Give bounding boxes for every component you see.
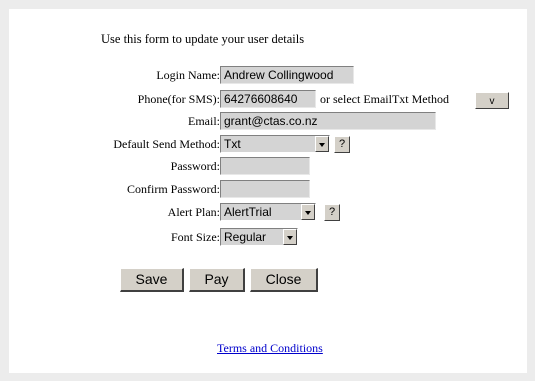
alert-plan-select[interactable]: AlertTrial [220,203,316,221]
send-method-selected-value: Txt [224,137,241,151]
alert-plan-label: Alert Plan: [167,205,220,219]
alert-plan-help-button[interactable]: ? [324,204,340,221]
chevron-down-icon[interactable] [301,204,315,220]
email-field[interactable]: grant@ctas.co.nz [220,112,436,130]
phone-label: Phone(for SMS): [137,92,220,106]
phone-field[interactable]: 64276608640 [220,90,316,108]
login-name-field[interactable]: Andrew Collingwood [220,66,354,84]
password-label: Password: [170,159,220,173]
font-size-selected-value: Regular [224,230,267,244]
send-method-help-button[interactable]: ? [334,136,350,153]
save-button[interactable]: Save [120,268,184,292]
phone-alt-text: or select EmailTxt Method [320,92,449,106]
password-field[interactable] [220,157,310,175]
alert-plan-selected-value: AlertTrial [224,205,272,219]
chevron-down-icon[interactable] [315,136,329,152]
confirm-password-label: Confirm Password: [127,182,220,196]
close-button[interactable]: Close [250,268,318,292]
send-method-select[interactable]: Txt [220,135,330,153]
confirm-password-field[interactable] [220,180,310,198]
login-name-label: Login Name: [156,68,220,82]
font-size-select[interactable]: Regular [220,228,298,246]
font-size-label: Font Size: [170,230,220,244]
chevron-down-icon[interactable] [283,229,297,245]
terms-and-conditions-link[interactable]: Terms and Conditions [217,341,323,356]
email-txt-method-button[interactable]: v [475,92,509,109]
form-intro: Use this form to update your user detail… [101,32,305,46]
pay-button[interactable]: Pay [189,268,245,292]
email-label: Email: [188,114,220,128]
send-method-label: Default Send Method: [113,137,220,151]
